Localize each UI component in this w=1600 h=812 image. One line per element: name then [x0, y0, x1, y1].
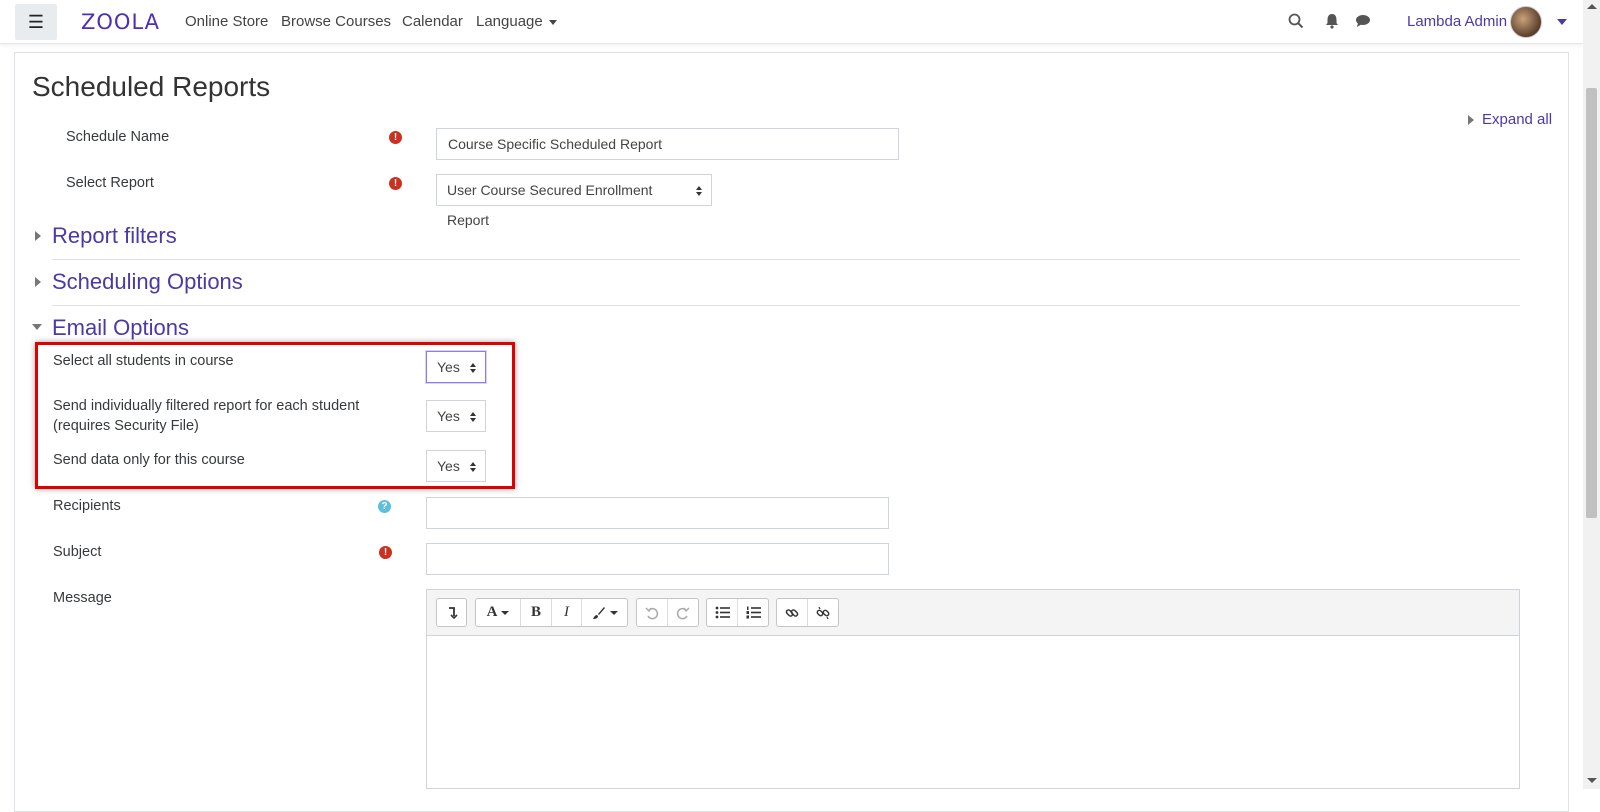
user-name[interactable]: Lambda Admin: [1407, 13, 1507, 30]
language-label: Language: [476, 13, 543, 30]
chevron-down-icon: [501, 610, 510, 615]
ordered-list-button[interactable]: [738, 599, 768, 626]
avatar[interactable]: [1510, 6, 1542, 38]
brush-icon: [592, 606, 605, 619]
section-scheduling-options[interactable]: Scheduling Options: [52, 269, 243, 295]
message-editor[interactable]: A B I: [426, 589, 1520, 789]
link-icon: [785, 608, 799, 617]
chevron-down-icon: [609, 610, 618, 615]
font-style-button[interactable]: A: [476, 599, 521, 626]
required-icon: !: [389, 177, 402, 190]
unordered-list-button[interactable]: [707, 599, 738, 626]
collapsed-arrow-icon[interactable]: [35, 231, 41, 241]
italic-button[interactable]: I: [552, 599, 582, 626]
chevron-down-icon: [548, 19, 557, 25]
hamburger-icon: ☰: [27, 11, 45, 32]
highlight-box: [35, 342, 515, 489]
message-label: Message: [53, 590, 112, 606]
nav-link-browse-courses[interactable]: Browse Courses: [281, 13, 391, 30]
scroll-up-arrow-icon[interactable]: [1587, 4, 1597, 9]
expand-all-label: Expand all: [1482, 111, 1553, 128]
select-updown-icon: [696, 186, 702, 196]
top-navbar: ☰ ZOOLA Online Store Browse Courses Cale…: [0, 0, 1583, 44]
recipients-label: Recipients: [53, 498, 121, 514]
menu-toggle-button[interactable]: ☰: [15, 4, 57, 40]
subject-label: Subject: [53, 544, 102, 560]
redo-button[interactable]: [668, 599, 698, 626]
numbered-list-icon: [746, 606, 761, 619]
required-icon: !: [389, 131, 402, 144]
toggle-arrow-icon: [448, 606, 458, 619]
chat-icon[interactable]: [1354, 12, 1372, 30]
help-icon[interactable]: ?: [378, 500, 391, 513]
toolbar-group-history: [636, 598, 699, 627]
nav-link-calendar[interactable]: Calendar: [402, 13, 463, 30]
editor-toolbar: A B I: [427, 590, 1519, 636]
expand-all-link[interactable]: Expand all: [1468, 111, 1552, 128]
site-logo[interactable]: ZOOLA: [81, 10, 160, 34]
schedule-name-input[interactable]: Course Specific Scheduled Report: [436, 128, 899, 160]
bold-button[interactable]: B: [521, 599, 552, 626]
italic-label: I: [564, 604, 569, 620]
nav-link-online-store[interactable]: Online Store: [185, 13, 268, 30]
bold-label: B: [530, 604, 541, 620]
section-email-options[interactable]: Email Options: [52, 315, 189, 341]
undo-button[interactable]: [637, 599, 668, 626]
scrollbar-thumb[interactable]: [1586, 88, 1597, 518]
select-report-label: Select Report: [66, 175, 154, 191]
toolbar-group-toggle: [436, 598, 467, 627]
page-title: Scheduled Reports: [32, 71, 271, 102]
unlink-button[interactable]: [808, 599, 838, 626]
user-menu-chevron-down-icon[interactable]: [1557, 19, 1567, 25]
font-style-label: A: [486, 604, 498, 620]
collapsed-arrow-icon[interactable]: [35, 277, 41, 287]
subject-input[interactable]: [426, 543, 889, 575]
text-color-button[interactable]: [582, 599, 627, 626]
unlink-icon: [816, 606, 830, 619]
expanded-arrow-icon[interactable]: [32, 324, 42, 330]
section-report-filters[interactable]: Report filters: [52, 223, 177, 249]
undo-icon: [645, 606, 659, 619]
link-button[interactable]: [777, 599, 808, 626]
search-icon[interactable]: [1287, 12, 1305, 30]
toolbar-group-lists: [706, 598, 769, 627]
schedule-name-label: Schedule Name: [66, 129, 170, 145]
divider: [52, 259, 1520, 260]
expand-arrow-icon: [1468, 115, 1474, 126]
redo-icon: [676, 606, 690, 619]
recipients-input[interactable]: [426, 497, 889, 529]
toolbar-group-links: [776, 598, 839, 627]
nav-link-language[interactable]: Language: [476, 13, 557, 30]
required-icon: !: [379, 546, 392, 559]
show-more-buttons-button[interactable]: [437, 599, 466, 626]
select-report-dropdown[interactable]: User Course Secured Enrollment Report: [436, 174, 712, 228]
scroll-down-arrow-icon[interactable]: [1587, 778, 1597, 783]
bell-icon[interactable]: [1323, 12, 1341, 30]
bullet-list-icon: [715, 606, 730, 619]
divider: [52, 305, 1520, 306]
toolbar-group-format: A B I: [475, 598, 628, 627]
